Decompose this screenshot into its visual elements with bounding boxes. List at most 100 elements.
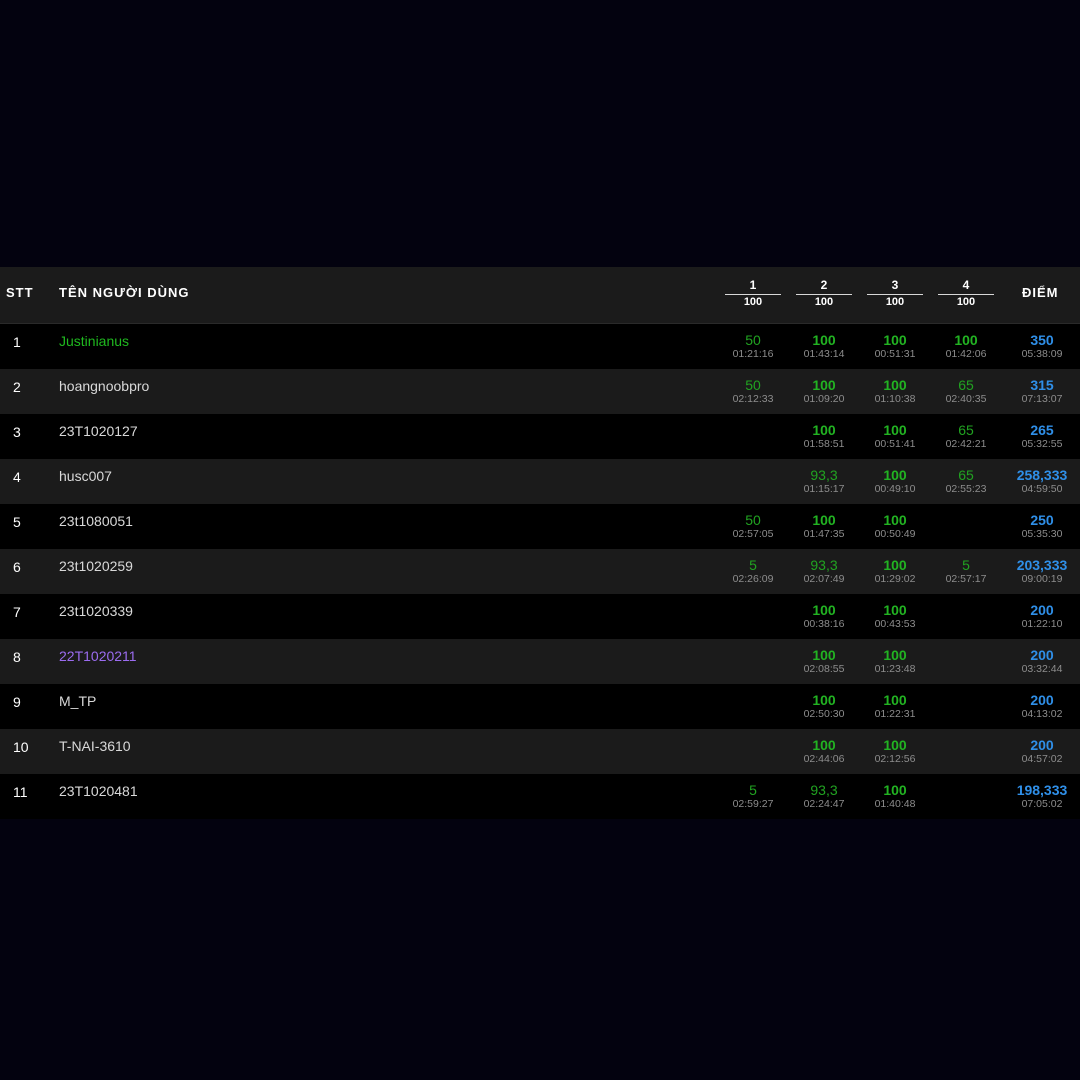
points-value: 100 [883, 377, 907, 393]
username-link[interactable]: 23t1080051 [59, 513, 133, 529]
points-value: 100 [954, 332, 978, 348]
problem-2-result[interactable]: 100 01:09:20 [789, 377, 859, 406]
problem-3-result[interactable]: 100 01:29:02 [860, 557, 930, 586]
submission-time: 01:22:31 [874, 708, 916, 720]
problem-1-result[interactable]: 5 02:26:09 [718, 557, 788, 586]
problem-2-result[interactable]: 100 02:08:55 [789, 647, 859, 676]
problem-3-result[interactable]: 100 01:23:48 [860, 647, 930, 676]
submission-time: 00:49:10 [874, 483, 916, 495]
problem-1-result[interactable]: 5 02:59:27 [718, 782, 788, 811]
rank-cell: 3 [13, 424, 21, 440]
problem-4-result[interactable]: 65 02:40:35 [931, 377, 1001, 406]
table-row: 3 23T1020127 100 01:58:51 100 00:51:41 65 02:42… [0, 414, 1080, 459]
score-value: 203,333 [1016, 557, 1068, 573]
problem-2-result[interactable]: 93,3 02:24:47 [789, 782, 859, 811]
problem-2-result[interactable]: 93,3 01:15:17 [789, 467, 859, 496]
username-link[interactable]: 23T1020127 [59, 423, 138, 439]
points-value: 50 [745, 377, 761, 393]
problem-2-result[interactable]: 100 01:47:35 [789, 512, 859, 541]
problem-1-result[interactable]: 50 02:57:05 [718, 512, 788, 541]
points-value: 100 [883, 647, 907, 663]
problem-1-result[interactable]: 50 01:21:16 [718, 332, 788, 361]
total-time: 07:05:02 [1021, 798, 1063, 810]
problem-3-result[interactable]: 100 01:40:48 [860, 782, 930, 811]
points-value: 5 [749, 782, 757, 798]
points-value: 100 [883, 737, 907, 753]
header-score[interactable]: ĐIỂM [1022, 285, 1059, 300]
header-problem-3[interactable]: 3 100 [867, 279, 923, 309]
problem-3-result[interactable]: 100 02:12:56 [860, 737, 930, 766]
submission-time: 02:24:47 [803, 798, 845, 810]
header-problem-4[interactable]: 4 100 [938, 279, 994, 309]
submission-time: 01:23:48 [874, 663, 916, 675]
problem-4-result[interactable]: 5 02:57:17 [931, 557, 1001, 586]
problem-3-result[interactable]: 100 01:22:31 [860, 692, 930, 721]
problem-4-result[interactable]: 65 02:55:23 [931, 467, 1001, 496]
username-link[interactable]: 23t1020339 [59, 603, 133, 619]
table-row: 10 T-NAI-3610 100 02:44:06 100 02:12:56 200 04:… [0, 729, 1080, 774]
problem-3-result[interactable]: 100 00:51:41 [860, 422, 930, 451]
score-value: 250 [1030, 512, 1054, 528]
total-time: 04:59:50 [1021, 483, 1063, 495]
submission-time: 01:29:02 [874, 573, 916, 585]
username-link[interactable]: 22T1020211 [59, 648, 137, 664]
header-username[interactable]: TÊN NGƯỜI DÙNG [59, 285, 190, 300]
points-value: 100 [883, 332, 907, 348]
submission-time: 02:57:17 [945, 573, 987, 585]
table-row: 1 Justinianus 50 01:21:16 100 01:43:14 100 00:5… [0, 324, 1080, 369]
points-value: 50 [745, 512, 761, 528]
points-value: 5 [962, 557, 970, 573]
username-link[interactable]: T-NAI-3610 [59, 738, 131, 754]
username-link[interactable]: Justinianus [59, 333, 129, 349]
problem-2-result[interactable]: 100 02:50:30 [789, 692, 859, 721]
submission-time: 00:51:41 [874, 438, 916, 450]
points-value: 100 [812, 332, 836, 348]
rank-cell: 1 [13, 334, 21, 350]
problem-2-result[interactable]: 100 00:38:16 [789, 602, 859, 631]
rank-cell: 4 [13, 469, 21, 485]
problem-1-result[interactable]: 50 02:12:33 [718, 377, 788, 406]
problem-2-result[interactable]: 100 02:44:06 [789, 737, 859, 766]
problem-3-result[interactable]: 100 00:43:53 [860, 602, 930, 631]
submission-time: 01:21:16 [732, 348, 774, 360]
total-time: 05:38:09 [1021, 348, 1063, 360]
submission-time: 00:51:31 [874, 348, 916, 360]
header-problem-1[interactable]: 1 100 [725, 279, 781, 309]
points-value: 100 [812, 377, 836, 393]
table-row: 8 22T1020211 100 02:08:55 100 01:23:48 200 03:3… [0, 639, 1080, 684]
total-time: 04:57:02 [1021, 753, 1063, 765]
username-link[interactable]: hoangnoobpro [59, 378, 149, 394]
problem-number: 3 [867, 279, 923, 295]
points-value: 100 [883, 692, 907, 708]
total-time: 03:32:44 [1021, 663, 1063, 675]
total-time: 09:00:19 [1021, 573, 1063, 585]
header-problem-2[interactable]: 2 100 [796, 279, 852, 309]
username-link[interactable]: 23T1020481 [59, 783, 138, 799]
score-value: 200 [1030, 647, 1054, 663]
problem-max-points: 100 [743, 296, 763, 308]
username-link[interactable]: 23t1020259 [59, 558, 133, 574]
submission-time: 01:43:14 [803, 348, 845, 360]
total-time: 07:13:07 [1021, 393, 1063, 405]
total-time: 05:35:30 [1021, 528, 1063, 540]
problem-2-result[interactable]: 93,3 02:07:49 [789, 557, 859, 586]
problem-4-result[interactable]: 65 02:42:21 [931, 422, 1001, 451]
total-score: 315 07:13:07 [1007, 377, 1077, 406]
score-value: 315 [1030, 377, 1054, 393]
problem-3-result[interactable]: 100 00:51:31 [860, 332, 930, 361]
problem-2-result[interactable]: 100 01:58:51 [789, 422, 859, 451]
username-link[interactable]: M_TP [59, 693, 96, 709]
problem-3-result[interactable]: 100 01:10:38 [860, 377, 930, 406]
problem-2-result[interactable]: 100 01:43:14 [789, 332, 859, 361]
problem-3-result[interactable]: 100 00:50:49 [860, 512, 930, 541]
total-score: 200 01:22:10 [1007, 602, 1077, 631]
points-value: 100 [812, 692, 836, 708]
score-value: 258,333 [1016, 467, 1068, 483]
rank-cell: 2 [13, 379, 21, 395]
submission-time: 02:55:23 [945, 483, 987, 495]
username-link[interactable]: husc007 [59, 468, 112, 484]
total-score: 350 05:38:09 [1007, 332, 1077, 361]
problem-4-result[interactable]: 100 01:42:06 [931, 332, 1001, 361]
total-score: 198,333 07:05:02 [1007, 782, 1077, 811]
problem-3-result[interactable]: 100 00:49:10 [860, 467, 930, 496]
